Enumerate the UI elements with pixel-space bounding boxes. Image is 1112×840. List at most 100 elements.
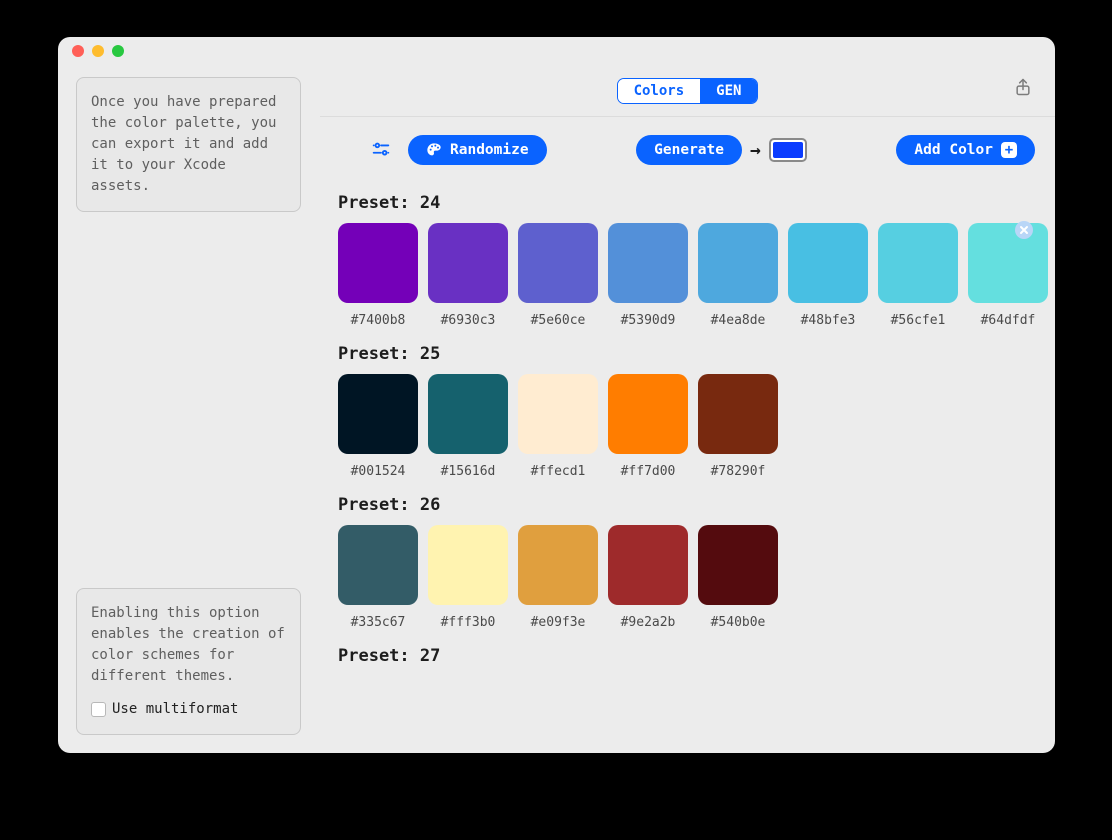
arrow-right-icon: → <box>750 140 761 161</box>
swatch-hex-label: #5390d9 <box>608 313 688 328</box>
color-swatch[interactable] <box>608 374 688 454</box>
color-swatch[interactable] <box>338 525 418 605</box>
swatch-hex-label: #335c67 <box>338 615 418 630</box>
swatch-item[interactable]: #335c67 <box>338 525 418 630</box>
preset-scroll-area[interactable]: Preset: 24 #7400b8 #6930c3 #5e60ce #5390d9 #4… <box>320 183 1055 753</box>
multiformat-checkbox-label[interactable]: Use multiformat <box>91 699 286 720</box>
preset-block: Preset: 27 <box>320 636 1055 682</box>
export-info-text: Once you have prepared the color palette… <box>91 94 276 194</box>
swatch-item[interactable]: #540b0e <box>698 525 778 630</box>
app-window: Once you have prepared the color palette… <box>58 37 1055 753</box>
color-swatch[interactable] <box>698 374 778 454</box>
plus-icon: + <box>1001 142 1017 158</box>
generate-button[interactable]: Generate <box>636 135 742 165</box>
swatch-item[interactable]: #fff3b0 <box>428 525 508 630</box>
dismiss-button[interactable] <box>1015 221 1033 239</box>
swatch-hex-label: #ff7d00 <box>608 464 688 479</box>
palette-icon <box>426 142 442 158</box>
color-swatch[interactable] <box>428 223 508 303</box>
topbar: Colors GEN <box>320 65 1055 117</box>
swatch-item[interactable]: #48bfe3 <box>788 223 868 328</box>
color-swatch[interactable] <box>338 374 418 454</box>
swatch-hex-label: #6930c3 <box>428 313 508 328</box>
swatch-hex-label: #7400b8 <box>338 313 418 328</box>
swatch-hex-label: #540b0e <box>698 615 778 630</box>
main-area: Colors GEN Randomize <box>320 65 1055 753</box>
window-close-button[interactable] <box>72 45 84 57</box>
color-well[interactable] <box>769 138 807 162</box>
generate-group: Generate → <box>636 135 807 165</box>
window-minimize-button[interactable] <box>92 45 104 57</box>
titlebar <box>58 37 1055 65</box>
sidebar: Once you have prepared the color palette… <box>58 65 320 753</box>
swatch-item[interactable]: #5390d9 <box>608 223 688 328</box>
multiformat-info-text: Enabling this option enables the creatio… <box>91 605 285 684</box>
color-swatch[interactable] <box>338 223 418 303</box>
swatch-row: #7400b8 #6930c3 #5e60ce #5390d9 #4ea8de #48bf… <box>320 223 1055 328</box>
color-well-swatch <box>773 142 803 158</box>
multiformat-checkbox[interactable] <box>91 702 106 717</box>
swatch-hex-label: #4ea8de <box>698 313 778 328</box>
multiformat-info-box: Enabling this option enables the creatio… <box>76 588 301 735</box>
color-swatch[interactable] <box>698 525 778 605</box>
color-swatch[interactable] <box>518 223 598 303</box>
generate-label: Generate <box>654 142 724 158</box>
tab-gen-label: GEN <box>716 83 741 99</box>
color-swatch[interactable] <box>428 374 508 454</box>
swatch-item[interactable]: #6930c3 <box>428 223 508 328</box>
swatch-item[interactable]: #15616d <box>428 374 508 479</box>
swatch-hex-label: #15616d <box>428 464 508 479</box>
swatch-hex-label: #ffecd1 <box>518 464 598 479</box>
swatch-item[interactable]: #7400b8 <box>338 223 418 328</box>
swatch-hex-label: #48bfe3 <box>788 313 868 328</box>
tab-gen[interactable]: GEN <box>700 79 757 103</box>
color-swatch[interactable] <box>968 223 1048 303</box>
swatch-item[interactable]: #e09f3e <box>518 525 598 630</box>
randomize-label: Randomize <box>450 142 529 158</box>
preset-title: Preset: 24 <box>320 187 1055 223</box>
swatch-hex-label: #78290f <box>698 464 778 479</box>
swatch-hex-label: #fff3b0 <box>428 615 508 630</box>
preset-title: Preset: 26 <box>320 489 1055 525</box>
swatch-hex-label: #001524 <box>338 464 418 479</box>
swatch-hex-label: #64dfdf <box>968 313 1048 328</box>
color-swatch[interactable] <box>788 223 868 303</box>
color-swatch[interactable] <box>878 223 958 303</box>
multiformat-label-text: Use multiformat <box>112 699 238 720</box>
swatch-item[interactable]: #64dfdf <box>968 223 1048 328</box>
swatch-item[interactable]: #001524 <box>338 374 418 479</box>
swatch-hex-label: #5e60ce <box>518 313 598 328</box>
swatch-item[interactable]: #4ea8de <box>698 223 778 328</box>
swatch-hex-label: #9e2a2b <box>608 615 688 630</box>
randomize-button[interactable]: Randomize <box>408 135 547 165</box>
color-swatch[interactable] <box>518 374 598 454</box>
swatch-item[interactable]: #78290f <box>698 374 778 479</box>
share-button[interactable] <box>1013 77 1033 101</box>
color-swatch[interactable] <box>698 223 778 303</box>
swatch-item[interactable]: #56cfe1 <box>878 223 958 328</box>
color-swatch[interactable] <box>518 525 598 605</box>
swatch-item[interactable]: #ff7d00 <box>608 374 688 479</box>
export-info-box: Once you have prepared the color palette… <box>76 77 301 212</box>
preset-block: Preset: 24 #7400b8 #6930c3 #5e60ce #5390d9 #4… <box>320 183 1055 334</box>
swatch-row: #001524 #15616d #ffecd1 #ff7d00 #78290f <box>320 374 1055 479</box>
color-swatch[interactable] <box>608 525 688 605</box>
settings-icon[interactable] <box>370 139 392 161</box>
add-color-button[interactable]: Add Color + <box>896 135 1035 165</box>
mode-segmented-control[interactable]: Colors GEN <box>617 78 759 104</box>
preset-block: Preset: 26 #335c67 #fff3b0 #e09f3e #9e2a2b #5… <box>320 485 1055 636</box>
swatch-item[interactable]: #9e2a2b <box>608 525 688 630</box>
color-swatch[interactable] <box>428 525 508 605</box>
swatch-item[interactable]: #5e60ce <box>518 223 598 328</box>
close-icon <box>1019 225 1029 235</box>
tab-colors[interactable]: Colors <box>618 79 701 103</box>
color-swatch[interactable] <box>608 223 688 303</box>
tab-colors-label: Colors <box>634 83 685 99</box>
swatch-row: #335c67 #fff3b0 #e09f3e #9e2a2b #540b0e <box>320 525 1055 630</box>
window-zoom-button[interactable] <box>112 45 124 57</box>
swatch-item[interactable]: #ffecd1 <box>518 374 598 479</box>
swatch-hex-label: #56cfe1 <box>878 313 958 328</box>
preset-title: Preset: 27 <box>320 640 1055 676</box>
preset-title: Preset: 25 <box>320 338 1055 374</box>
add-color-label: Add Color <box>914 142 993 158</box>
